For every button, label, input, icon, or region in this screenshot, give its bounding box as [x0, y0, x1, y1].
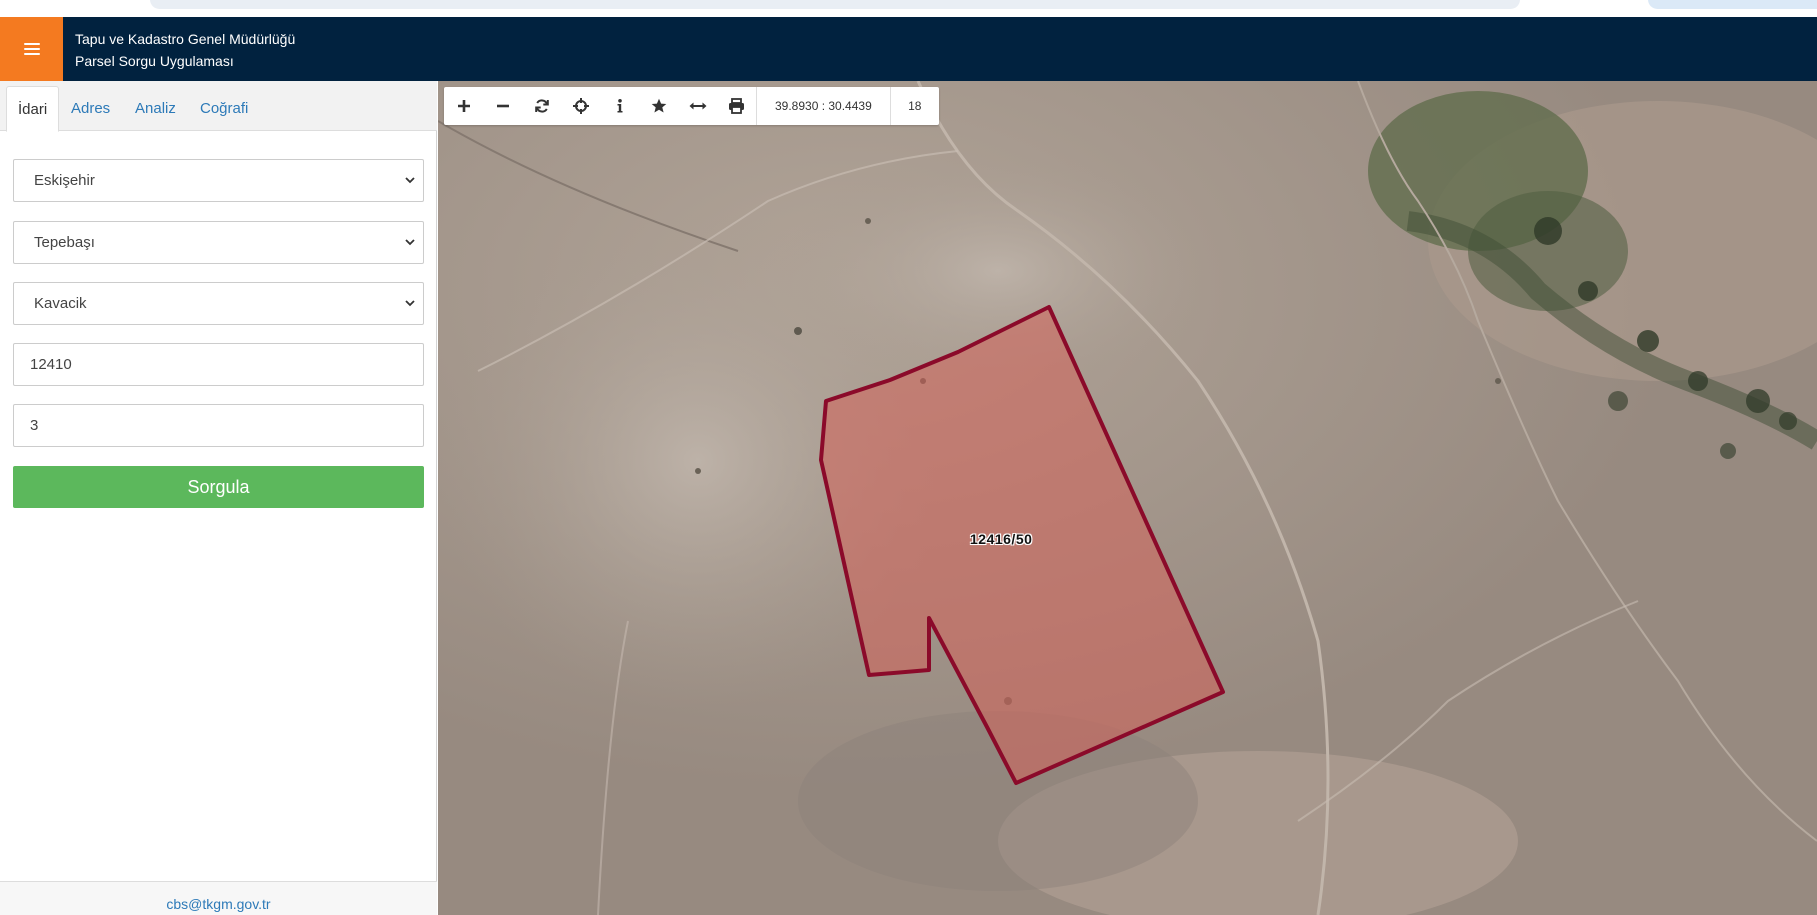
- info-icon: [617, 99, 622, 113]
- satellite-imagery: [438, 81, 1817, 915]
- print-icon: [729, 98, 744, 114]
- minus-icon: [496, 104, 509, 108]
- refresh-button[interactable]: [522, 87, 561, 125]
- tab-idari[interactable]: İdari: [6, 86, 60, 132]
- query-panel: İdari Adres Analiz Coğrafi Eskişehir Tep…: [0, 81, 437, 915]
- info-button[interactable]: [600, 87, 639, 125]
- app-title-line1: Tapu ve Kadastro Genel Müdürlüğü: [75, 31, 296, 47]
- app-title: Tapu ve Kadastro Genel Müdürlüğü Parsel …: [75, 28, 295, 72]
- district-value: Tepebaşı: [34, 234, 95, 251]
- plus-icon: [457, 100, 470, 112]
- query-button[interactable]: Sorgula: [13, 466, 424, 508]
- crosshair-icon: [572, 98, 589, 114]
- app-title-line2: Parsel Sorgu Uygulaması: [75, 53, 234, 69]
- zoom-level-readout: 18: [889, 87, 939, 125]
- measure-button[interactable]: [678, 87, 717, 125]
- chevron-down-icon: [405, 237, 415, 247]
- menu-button[interactable]: [0, 17, 63, 81]
- tab-analiz[interactable]: Analiz: [124, 86, 187, 132]
- tab-bar: İdari Adres Analiz Coğrafi: [0, 81, 437, 132]
- tab-adres[interactable]: Adres: [60, 86, 121, 132]
- favorite-button[interactable]: [639, 87, 678, 125]
- footer: cbs@tkgm.gov.tr: [0, 881, 437, 915]
- neighborhood-select[interactable]: Kavacik: [13, 282, 424, 325]
- chevron-down-icon: [405, 298, 415, 308]
- province-select[interactable]: Eskişehir: [13, 159, 424, 202]
- parcel-label: 12416/50: [970, 531, 1033, 547]
- zoom-in-button[interactable]: [444, 87, 483, 125]
- zoom-out-button[interactable]: [483, 87, 522, 125]
- chevron-down-icon: [405, 175, 415, 185]
- block-input[interactable]: 12410: [13, 343, 424, 386]
- app-header: Tapu ve Kadastro Genel Müdürlüğü Parsel …: [0, 17, 1817, 81]
- map-toolbar: 39.8930 : 30.4439 18: [444, 87, 939, 125]
- star-icon: [651, 98, 666, 113]
- address-bar[interactable]: [150, 0, 1520, 9]
- district-select[interactable]: Tepebaşı: [13, 221, 424, 264]
- refresh-icon: [534, 99, 549, 113]
- neighborhood-value: Kavacik: [34, 295, 87, 312]
- tab-cografi[interactable]: Coğrafi: [189, 86, 259, 132]
- locate-button[interactable]: [561, 87, 600, 125]
- browser-strip: [0, 0, 1817, 17]
- measure-icon: [689, 102, 706, 110]
- print-button[interactable]: [717, 87, 756, 125]
- coordinate-readout: 39.8930 : 30.4439: [756, 87, 890, 125]
- browser-control[interactable]: [1648, 0, 1817, 9]
- contact-email-link[interactable]: cbs@tkgm.gov.tr: [0, 896, 437, 912]
- province-value: Eskişehir: [34, 172, 95, 189]
- parcel-input[interactable]: 3: [13, 404, 424, 447]
- hamburger-icon: [23, 43, 40, 55]
- map-view[interactable]: 39.8930 : 30.4439 18 12416/50: [438, 81, 1817, 915]
